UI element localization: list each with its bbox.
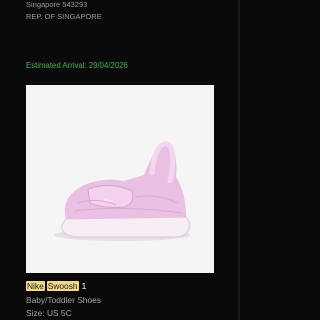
- estimated-arrival: Estimated Arrival: 29/04/2026: [26, 61, 128, 70]
- address-line-1: Singapore 543293: [26, 0, 88, 9]
- title-word-nike: Nike: [26, 281, 45, 291]
- title-word-swoosh: Swoosh: [46, 281, 79, 291]
- product-size: Size: US 5C: [26, 308, 72, 318]
- product-category: Baby/Toddler Shoes: [26, 295, 101, 305]
- title-suffix: 1: [81, 281, 87, 291]
- product-image[interactable]: [26, 85, 214, 273]
- order-detail-panel: Singapore 543293 REP. OF SINGAPORE Estim…: [26, 0, 232, 320]
- product-title[interactable]: Nike Swoosh 1: [26, 281, 86, 291]
- address-line-2: REP. OF SINGAPORE: [26, 12, 102, 21]
- baby-shoe-image: [54, 141, 191, 241]
- scrollbar-track[interactable]: [238, 0, 240, 320]
